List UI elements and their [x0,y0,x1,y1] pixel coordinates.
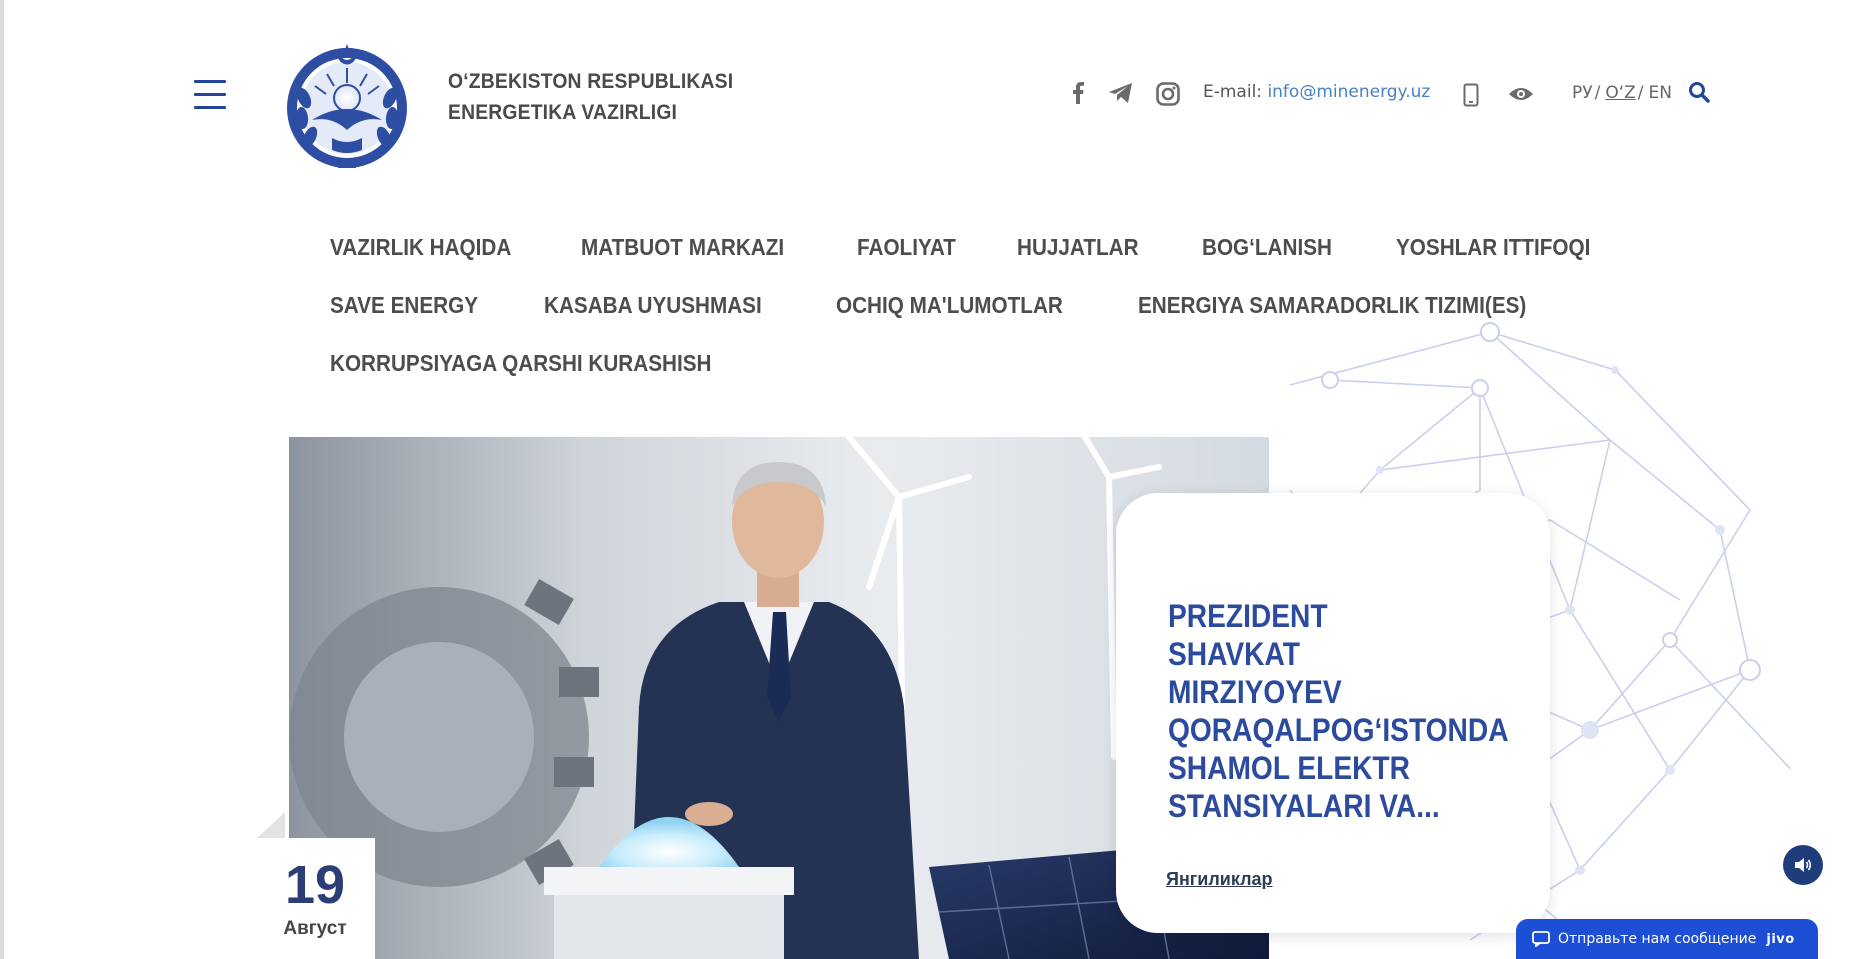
email-link[interactable]: info@minenergy.uz [1267,82,1430,102]
menu-item-kasaba-uyushmasi[interactable]: KASABA UYUSHMASI [544,292,762,319]
telegram-icon[interactable] [1108,82,1134,104]
facebook-icon[interactable] [1071,82,1085,104]
sound-toggle-button[interactable] [1783,845,1823,885]
chat-label: Отправьте нам сообщение [1558,931,1757,947]
mobile-version-icon[interactable] [1463,83,1479,107]
menu-item-hujjatlar[interactable]: HUJJATLAR [1017,234,1139,261]
news-card: PREZIDENT SHAVKAT MIRZIYOYEV QORAQALPOG‘… [1116,493,1550,933]
lang-separator: / [1594,83,1601,103]
menu-row: VAZIRLIK HAQIDA MATBUOT MARKAZI FAOLIYAT… [330,218,1591,276]
news-category-link[interactable]: Янгиликлар [1166,869,1273,890]
menu-item-ochiq-malumotlar[interactable]: OCHIQ MA'LUMOTLAR [836,292,1063,319]
eye-icon[interactable] [1508,86,1534,102]
chat-brand-logo: jivo [1766,931,1795,947]
news-title[interactable]: PREZIDENT SHAVKAT MIRZIYOYEV QORAQALPOG‘… [1168,597,1508,825]
menu-item-boglanish[interactable]: BOG‘LANISH [1202,234,1332,261]
search-icon[interactable] [1688,81,1710,103]
instagram-icon[interactable] [1156,82,1180,106]
lang-separator: / [1637,83,1644,103]
lang-ru[interactable]: РУ [1572,83,1593,103]
menu-item-vazirlik-haqida[interactable]: VAZIRLIK HAQIDA [330,234,511,261]
page-left-edge [0,0,4,959]
hamburger-menu-icon[interactable] [194,80,226,110]
lang-uz[interactable]: O‘Z [1605,83,1635,103]
menu-item-save-energy[interactable]: SAVE ENERGY [330,292,478,319]
contact-email: E-mail: info@minenergy.uz [1203,82,1430,102]
language-switcher: РУ / O‘Z / EN [1572,83,1672,103]
date-badge-fold [255,812,285,840]
org-name-line1: O‘ZBEKISTON RESPUBLIKASI [448,70,734,93]
state-emblem-logo[interactable] [282,38,412,170]
chat-message-icon [1532,931,1550,947]
date-day: 19 [284,855,346,915]
menu-item-korrupsiyaga-qarshi[interactable]: KORRUPSIYAGA QARSHI KURASHISH [330,350,711,377]
date-badge: 19 Август [255,838,375,959]
date-month: Август [283,918,347,939]
organization-name: O‘ZBEKISTON RESPUBLIKASI ENERGETIKA VAZI… [448,66,768,128]
org-name-line2: ENERGETIKA VAZIRLIGI [448,101,678,124]
email-label: E-mail: [1203,82,1263,102]
speaker-icon [1795,858,1812,872]
chat-widget-button[interactable]: Отправьте нам сообщение jivo [1516,919,1818,959]
lang-en[interactable]: EN [1649,83,1672,103]
menu-item-matbuot-markazi[interactable]: MATBUOT MARKAZI [581,234,784,261]
menu-item-faoliyat[interactable]: FAOLIYAT [857,234,956,261]
menu-item-yoshlar-ittifoqi[interactable]: YOSHLAR ITTIFOQI [1396,234,1590,261]
